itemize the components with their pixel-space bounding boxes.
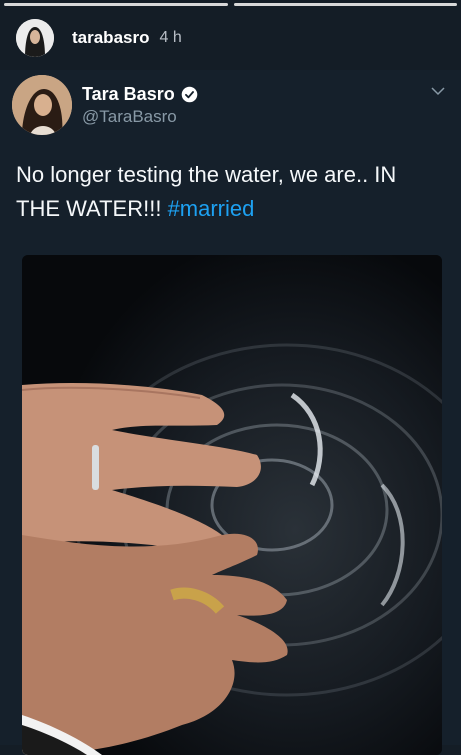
progress-segment xyxy=(233,3,457,6)
user-handle[interactable]: @TaraBasro xyxy=(82,107,198,127)
story-progress-bar xyxy=(4,3,457,6)
verified-badge-icon xyxy=(181,86,198,102)
tweet-text: No longer testing the water, we are.. IN… xyxy=(16,158,446,226)
chevron-down-icon[interactable] xyxy=(431,86,445,96)
hashtag-link[interactable]: #married xyxy=(168,196,255,221)
story-username[interactable]: tarabasro xyxy=(72,28,149,48)
tweet-photo[interactable] xyxy=(22,255,442,755)
tweet-author: Tara Basro @TaraBasro xyxy=(12,74,198,136)
display-name[interactable]: Tara Basro xyxy=(82,84,175,105)
progress-segment xyxy=(4,3,228,6)
story-avatar[interactable] xyxy=(16,19,54,57)
name-row: Tara Basro xyxy=(82,84,198,105)
tweet-card: Tara Basro @TaraBasro No longer testing … xyxy=(0,70,461,755)
story-header: tarabasro 4 h xyxy=(16,18,182,58)
story-timestamp: 4 h xyxy=(159,29,182,46)
author-names: Tara Basro @TaraBasro xyxy=(82,84,198,127)
avatar[interactable] xyxy=(12,75,72,135)
